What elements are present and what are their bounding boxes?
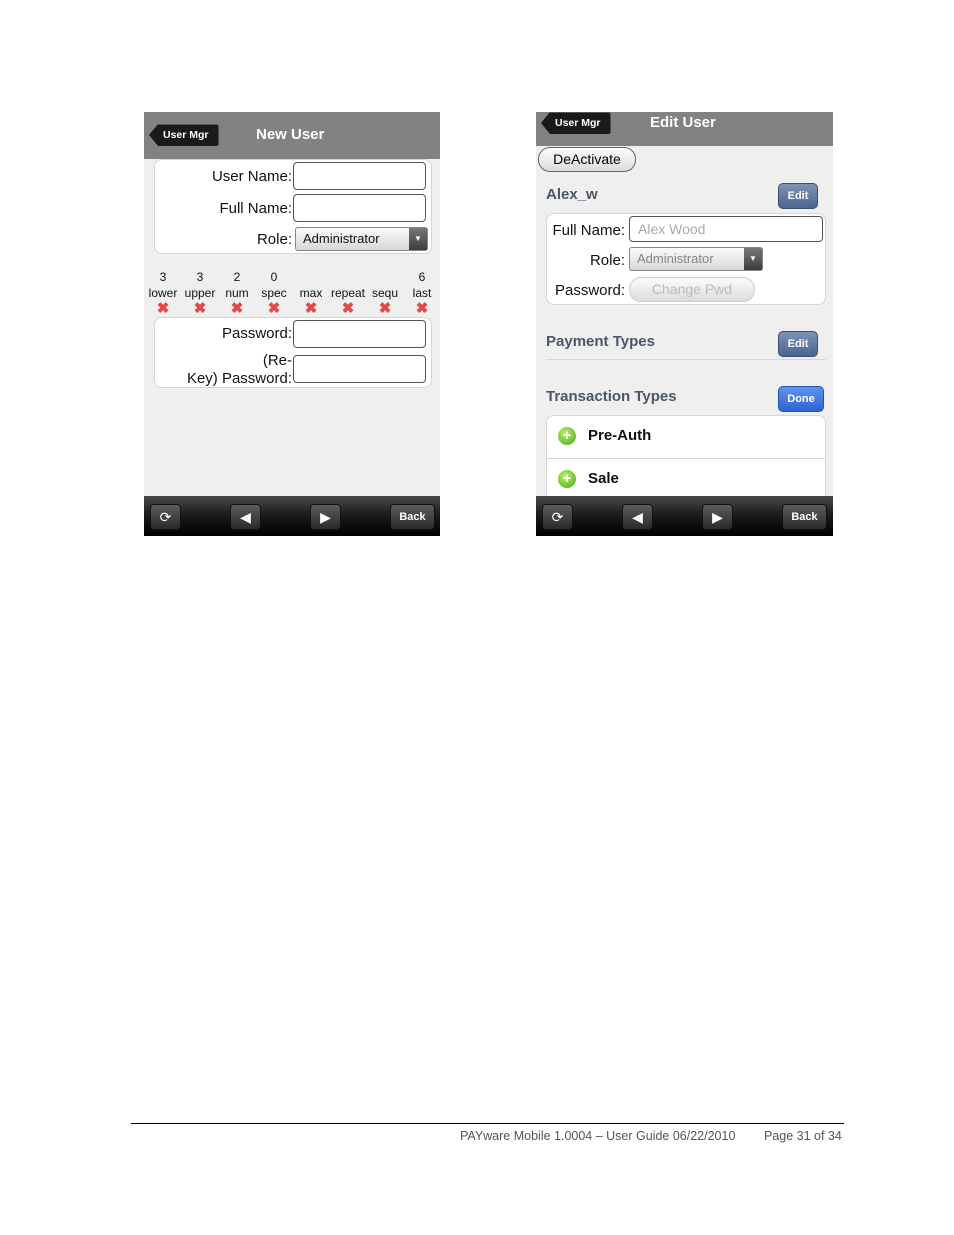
requirement-upper: 3 upper ✖ xyxy=(180,269,220,317)
requirement-count xyxy=(328,269,368,285)
requirement-sequ: sequ ✖ xyxy=(365,269,405,317)
user-info-group: User Name: Full Name: Role: Administrato… xyxy=(154,159,432,254)
refresh-icon[interactable]: ⟳ xyxy=(542,504,573,530)
requirement-name: repeat xyxy=(330,286,366,300)
navigation-bar: User Mgr Edit User xyxy=(536,112,833,146)
password-label: Password: xyxy=(554,282,625,299)
payment-types-edit-button[interactable]: Edit xyxy=(778,331,818,357)
role-select[interactable]: Administrator ▼ xyxy=(295,227,428,251)
fullname-input[interactable] xyxy=(293,194,426,222)
page-title: Edit User xyxy=(650,114,716,131)
role-label: Role: xyxy=(589,252,625,269)
cross-icon: ✖ xyxy=(267,300,281,317)
back-button[interactable]: Back xyxy=(782,504,827,530)
rekey-password-input[interactable] xyxy=(293,355,426,383)
requirement-count: 3 xyxy=(159,270,167,284)
requirement-count xyxy=(365,269,405,285)
requirement-name: num xyxy=(225,286,249,300)
requirement-name: sequ xyxy=(371,286,399,300)
fullname-label: Full Name: xyxy=(219,200,292,217)
new-user-screen: User Mgr New User User Name: Full Name: … xyxy=(144,112,440,536)
arrow-right-icon[interactable]: ▶ xyxy=(310,504,341,530)
plus-circle-icon[interactable]: + xyxy=(558,470,576,488)
plus-circle-icon[interactable]: + xyxy=(558,427,576,445)
requirement-name: upper xyxy=(184,286,216,300)
requirement-last: 6 last ✖ xyxy=(402,269,440,317)
arrow-right-icon[interactable]: ▶ xyxy=(702,504,733,530)
back-button[interactable]: Back xyxy=(390,504,435,530)
chevron-down-icon: ▼ xyxy=(409,228,427,250)
role-label: Role: xyxy=(256,231,292,248)
fullname-label: Full Name: xyxy=(552,222,625,239)
requirement-repeat: repeat ✖ xyxy=(328,269,368,317)
rekey-label-line2: Key) Password: xyxy=(186,370,292,387)
requirement-name: last xyxy=(412,286,432,300)
footer-rule xyxy=(131,1123,844,1124)
password-input[interactable] xyxy=(293,320,426,348)
chevron-down-icon: ▼ xyxy=(744,248,762,270)
deactivate-button[interactable]: DeActivate xyxy=(538,147,636,172)
rekey-label-line1: (Re- xyxy=(262,352,292,369)
transaction-label: Pre-Auth xyxy=(588,427,652,444)
requirement-lower: 3 lower ✖ xyxy=(144,269,183,317)
arrow-left-icon[interactable]: ◀ xyxy=(230,504,261,530)
transaction-label: Sale xyxy=(588,470,619,487)
role-value: Administrator xyxy=(637,251,714,266)
requirement-count xyxy=(291,269,331,285)
cross-icon: ✖ xyxy=(156,300,170,317)
user-mgr-back-button[interactable]: User Mgr xyxy=(541,112,611,134)
username-heading: Alex_w xyxy=(546,186,598,203)
divider xyxy=(546,359,826,360)
role-value: Administrator xyxy=(303,231,380,246)
cross-icon: ✖ xyxy=(193,300,207,317)
requirement-spec: 0 spec ✖ xyxy=(254,269,294,317)
user-mgr-back-button[interactable]: User Mgr xyxy=(149,124,219,146)
payment-types-heading: Payment Types xyxy=(546,333,655,350)
transaction-types-done-button[interactable]: Done xyxy=(778,386,824,412)
requirement-name: spec xyxy=(261,286,287,300)
refresh-icon[interactable]: ⟳ xyxy=(150,504,181,530)
transaction-types-heading: Transaction Types xyxy=(546,388,677,405)
list-item-pre-auth[interactable]: + Pre-Auth xyxy=(547,416,825,458)
cross-icon: ✖ xyxy=(341,300,355,317)
username-label: User Name: xyxy=(211,168,292,185)
role-select[interactable]: Administrator ▼ xyxy=(629,247,763,271)
bottom-toolbar: ⟳ ◀ ▶ Back xyxy=(536,496,833,536)
cross-icon: ✖ xyxy=(378,300,392,317)
cross-icon: ✖ xyxy=(415,300,429,317)
requirement-num: 2 num ✖ xyxy=(217,269,257,317)
bottom-toolbar: ⟳ ◀ ▶ Back xyxy=(144,496,440,536)
requirement-name: lower xyxy=(148,286,178,300)
cross-icon: ✖ xyxy=(230,300,244,317)
requirement-count: 3 xyxy=(196,270,204,284)
requirement-count: 6 xyxy=(418,270,426,284)
list-item-sale[interactable]: + Sale xyxy=(547,459,825,501)
arrow-left-icon[interactable]: ◀ xyxy=(622,504,653,530)
requirement-name: max xyxy=(299,286,323,300)
requirement-count: 2 xyxy=(233,270,241,284)
fullname-input[interactable]: Alex Wood xyxy=(629,216,823,242)
password-label: Password: xyxy=(221,325,292,342)
password-group: Password: (Re- Key) Password: xyxy=(154,317,432,388)
footer-page-number: Page 31 of 34 xyxy=(764,1129,842,1143)
navigation-bar: User Mgr New User xyxy=(144,112,440,159)
requirement-count: 0 xyxy=(270,270,278,284)
user-details-group: Full Name: Alex Wood Role: Administrator… xyxy=(546,213,826,305)
change-password-button[interactable]: Change Pwd xyxy=(629,277,755,302)
username-input[interactable] xyxy=(293,162,426,190)
user-edit-button[interactable]: Edit xyxy=(778,183,818,209)
page-title: New User xyxy=(256,126,325,143)
edit-user-screen: User Mgr Edit User DeActivate Alex_w Edi… xyxy=(536,112,833,536)
cross-icon: ✖ xyxy=(304,300,318,317)
requirement-max: max ✖ xyxy=(291,269,331,317)
rekey-password-label: (Re- Key) Password: xyxy=(187,352,292,388)
footer-document-title: PAYware Mobile 1.0004 – User Guide 06/22… xyxy=(460,1129,736,1143)
